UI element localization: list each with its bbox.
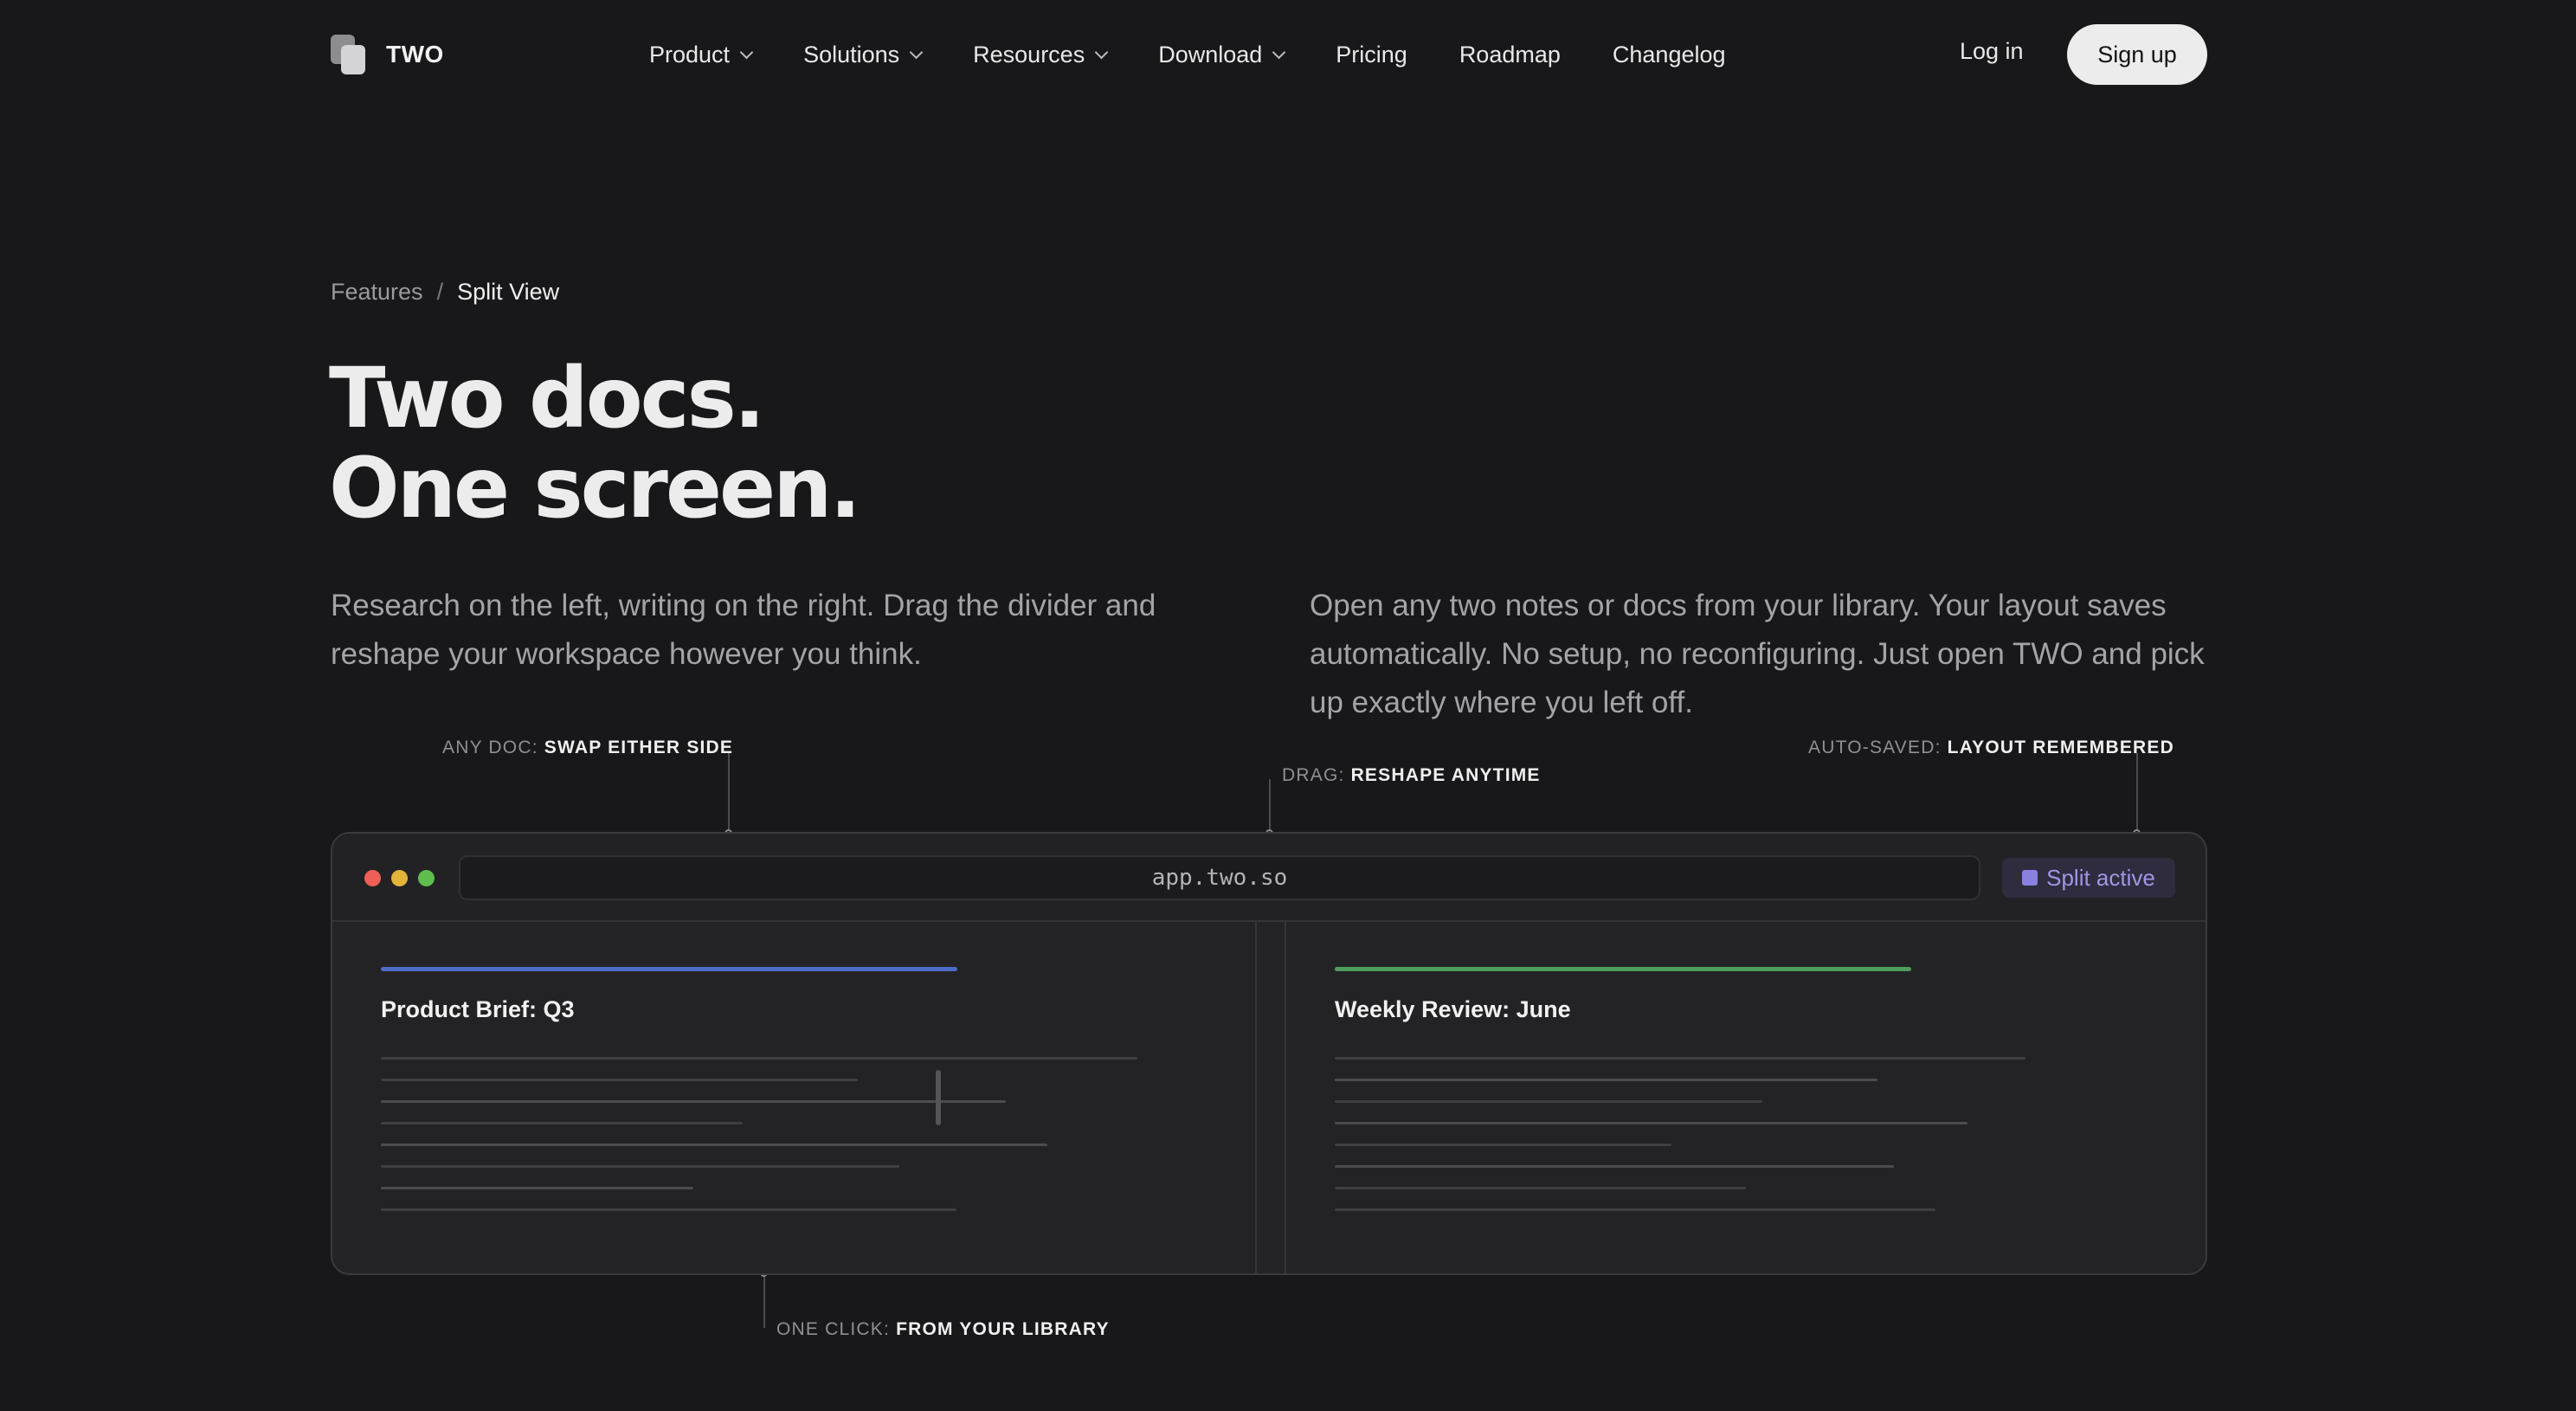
split-divider[interactable] [1255,922,1286,1273]
logo-icon [331,35,367,74]
doc-text-placeholder-line [381,1100,1006,1103]
intro-paragraph-left: Research on the left, writing on the rig… [331,589,1156,671]
doc-text-placeholder-line [381,1057,1137,1060]
callout-connector-line [763,1276,765,1328]
callout-value: LAYOUT REMEMBERED [1947,738,2174,757]
breadcrumb-separator: / [436,279,444,305]
right-doc-pane[interactable]: Weekly Review: June [1286,922,2206,1273]
main-menu: Product Solutions Resources Download Pri… [649,31,1778,78]
breadcrumb: Features / Split View [331,279,559,306]
logo-text: TWO [386,41,444,68]
doc-text-placeholder-line [1335,1057,2025,1060]
menu-item-resources[interactable]: Resources [973,41,1109,68]
callout-connector-line [728,753,730,831]
right-doc-title: Weekly Review: June [1335,996,1571,1022]
doc-text-placeholder-line [1335,1079,1877,1081]
doc-text-placeholder-line [381,1122,743,1124]
doc-text-placeholder-line [381,1079,858,1081]
window-titlebar: app.two.so Split active [332,834,2206,922]
doc-text-placeholder-line [1335,1165,1894,1168]
callout-value: RESHAPE ANYTIME [1350,765,1541,785]
menu-item-product[interactable]: Product [649,41,754,68]
callout-key: DRAG: [1282,765,1345,785]
doc-text-placeholder-line [1335,1208,1935,1211]
chevron-down-icon [739,45,754,59]
split-status-badge: Split active [2002,858,2175,898]
left-doc-pane[interactable]: Product Brief: Q3 [332,922,1255,1273]
doc-text-placeholder-line [381,1208,956,1211]
callout-auto-saved: AUTO-SAVED: LAYOUT REMEMBERED [1808,738,2174,758]
page-title-line-1: Two docs. [329,350,765,447]
menu-item-label: Download [1158,41,1263,68]
app-window-preview: app.two.so Split active Product Brief: Q… [331,832,2207,1275]
menu-item-label: Solutions [803,41,900,68]
logo[interactable]: TWO [331,31,444,78]
chevron-down-icon [1094,45,1109,59]
menu-item-roadmap[interactable]: Roadmap [1459,42,1561,68]
chevron-down-icon [1272,45,1286,59]
address-bar: app.two.so [459,855,1980,900]
divider-drag-handle[interactable] [936,1070,941,1125]
status-square-icon [2022,870,2038,886]
menu-item-label: Product [649,41,731,68]
menu-item-solutions[interactable]: Solutions [803,41,924,68]
split-status-label: Split active [2046,864,2155,891]
menu-item-label: Pricing [1336,41,1407,68]
chevron-down-icon [909,45,924,59]
breadcrumb-current: Split View [457,279,560,305]
callout-key: ANY DOC: [442,738,538,757]
callout-drag: DRAG: RESHAPE ANYTIME [1282,765,1541,786]
callout-one-click: ONE CLICK: FROM YOUR LIBRARY [776,1319,1110,1340]
login-link[interactable]: Log in [1960,38,2024,65]
callout-any-doc: ANY DOC: SWAP EITHER SIDE [442,738,733,758]
left-doc-title: Product Brief: Q3 [381,996,575,1022]
callout-connector-line [2136,753,2138,831]
menu-item-changelog[interactable]: Changelog [1613,42,1726,68]
callout-connector-line [1269,779,1271,831]
doc-text-placeholder-line [1335,1187,1746,1189]
menu-item-pricing[interactable]: Pricing [1336,42,1407,68]
top-navigation: TWO Product Solutions Resources Download… [0,0,2576,109]
doc-text-placeholder-line [1335,1100,1762,1103]
menu-item-label: Resources [973,41,1085,68]
signup-button[interactable]: Sign up [2067,24,2207,85]
menu-item-label: Changelog [1612,41,1726,68]
callout-key: AUTO-SAVED: [1808,738,1942,757]
callout-value: SWAP EITHER SIDE [544,738,734,757]
page-title: Two docs. One screen. [329,350,861,537]
doc-text-placeholder-line [381,1144,1047,1146]
maximize-window-icon [418,870,435,886]
doc-accent-bar [381,967,957,971]
minimize-window-icon [391,870,408,886]
callout-key: ONE CLICK: [776,1319,891,1339]
breadcrumb-features-link[interactable]: Features [331,279,423,306]
doc-text-placeholder-line [381,1187,693,1189]
menu-item-download[interactable]: Download [1158,41,1286,68]
page-title-line-2: One screen. [329,440,861,537]
close-window-icon [364,870,381,886]
doc-text-placeholder-line [381,1165,899,1168]
doc-text-placeholder-line [1335,1144,1671,1146]
callout-value: FROM YOUR LIBRARY [896,1319,1110,1339]
doc-accent-bar [1335,967,1911,971]
menu-item-label: Roadmap [1459,41,1561,68]
intro-paragraph-right: Open any two notes or docs from your lib… [1310,589,2205,719]
doc-text-placeholder-line [1335,1122,1967,1124]
